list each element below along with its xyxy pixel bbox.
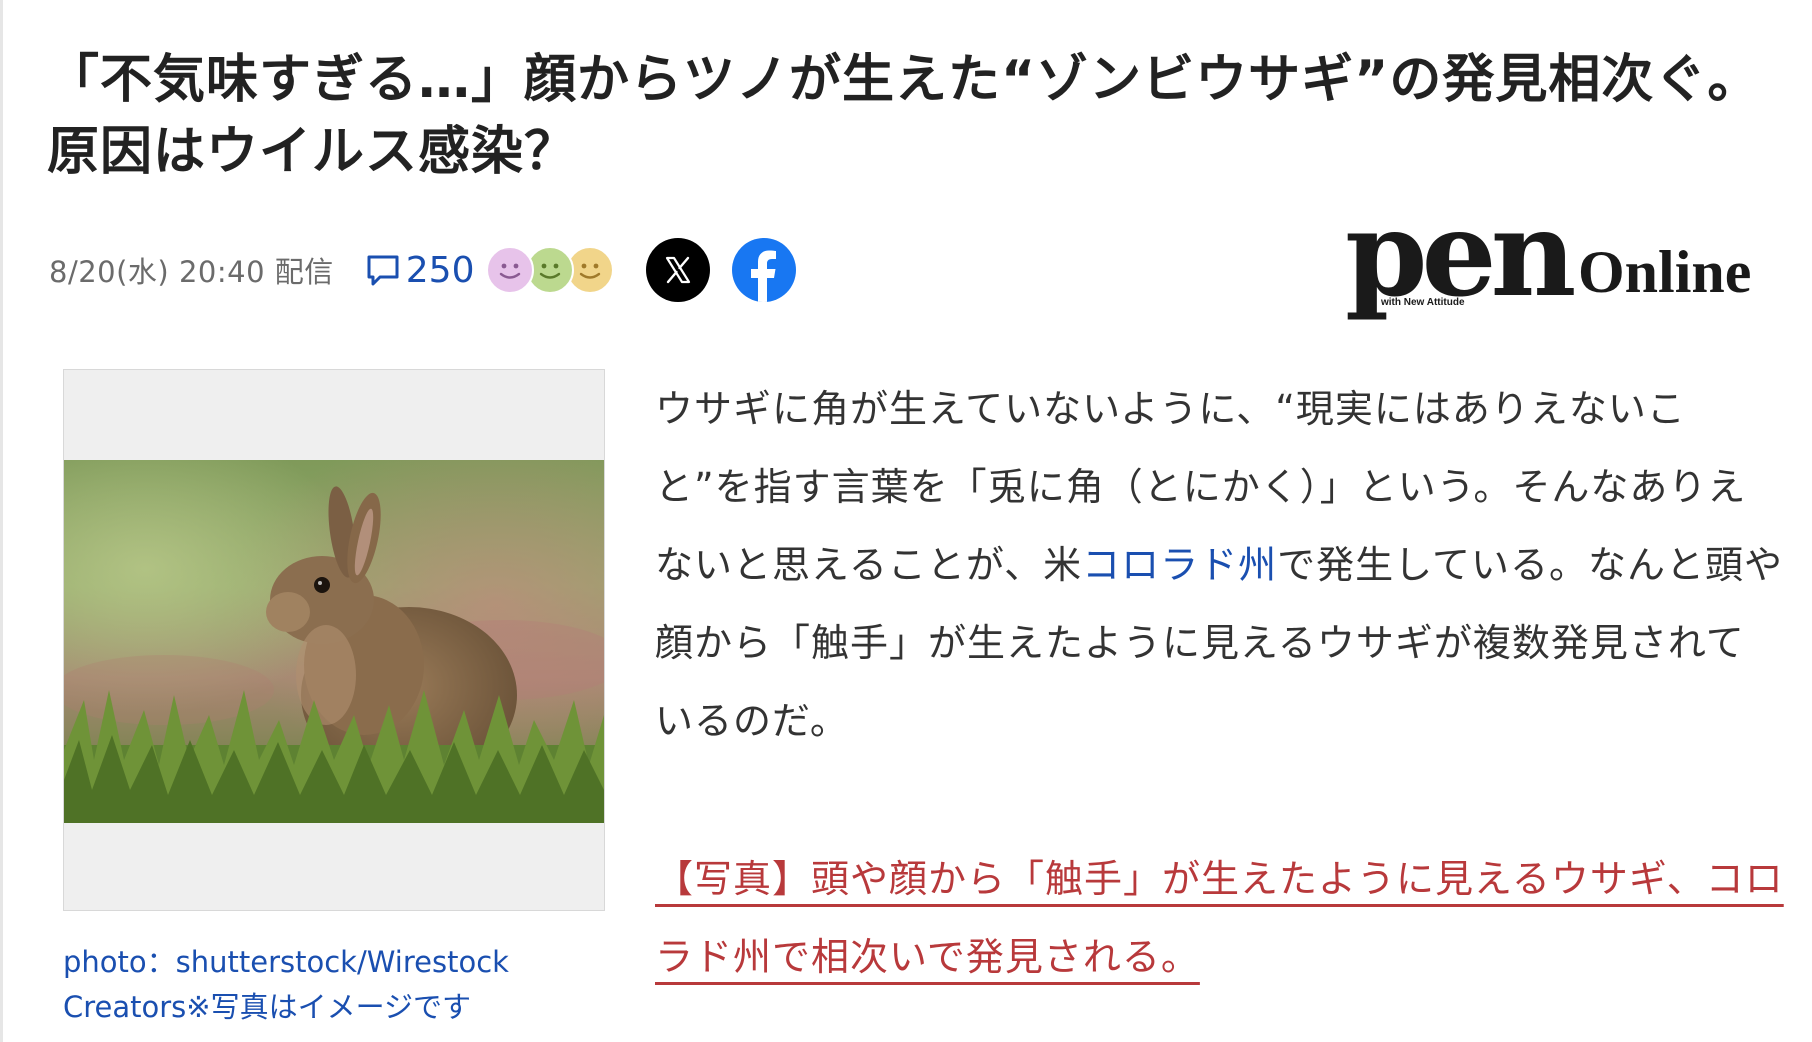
brand-suffix: Online bbox=[1578, 239, 1752, 305]
reaction-faces[interactable] bbox=[486, 246, 615, 294]
brand-name: pen bbox=[1345, 184, 1576, 323]
comments-link[interactable]: 250 bbox=[364, 249, 475, 291]
article-meta: 8/20(水) 20:40 配信 250 bbox=[49, 238, 797, 302]
related-photo-link[interactable]: 【写真】頭や顔から「触手」が生えたように見えるウサギ、コロラド州で相次いで発見さ… bbox=[655, 840, 1785, 996]
facebook-logo-icon bbox=[751, 250, 777, 302]
publish-date: 8/20(水) 20:40 配信 bbox=[49, 255, 334, 289]
share-facebook-button[interactable] bbox=[732, 238, 797, 302]
colorado-link[interactable]: コロラド州 bbox=[1082, 543, 1277, 587]
share-x-button[interactable] bbox=[646, 238, 711, 302]
article-headline: 「不気味すぎる…」顔からツノが生えた“ゾンビウサギ”の発見相次ぐ。原因はウイルス… bbox=[47, 50, 1761, 182]
rabbit-photo[interactable] bbox=[64, 460, 604, 823]
comment-count: 250 bbox=[405, 249, 475, 291]
smile-face-purple-icon bbox=[486, 246, 535, 294]
photo-caption: photo：shutterstock/Wirestock Creators※写真… bbox=[63, 945, 509, 1024]
article-page: 「不気味すぎる…」顔からツノが生えた“ゾンビウサギ”の発見相次ぐ。原因はウイルス… bbox=[0, 0, 1812, 1042]
comment-icon bbox=[367, 255, 399, 286]
x-logo-icon bbox=[666, 256, 691, 284]
pen-online-logo: pen with New Attitude Online bbox=[1345, 195, 1785, 325]
photo-container bbox=[63, 369, 605, 911]
article-body: ウサギに角が生えていないように、“現実にはありえないこと”を指す言葉を「兎に角（… bbox=[655, 370, 1783, 760]
brand-tagline: with New Attitude bbox=[1381, 297, 1465, 308]
